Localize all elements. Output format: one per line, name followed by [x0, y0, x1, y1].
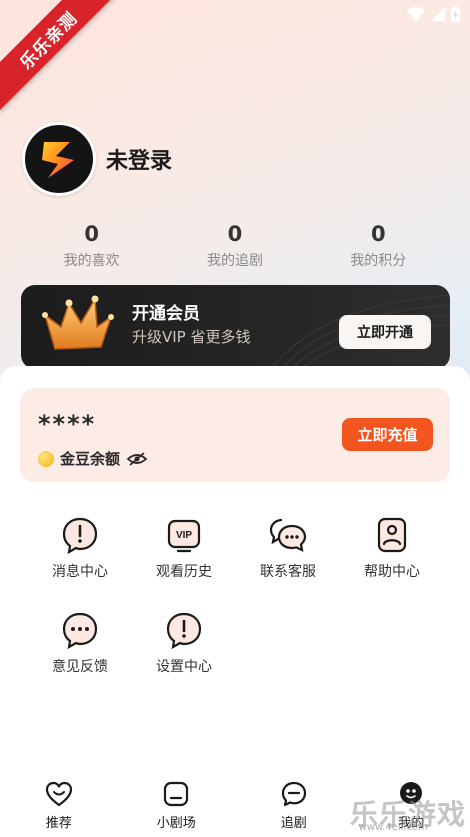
vip-title: 开通会员	[132, 304, 200, 324]
stat-following[interactable]: 0 我的追剧	[163, 222, 306, 270]
menu-item-history[interactable]: VIP 观看历史	[139, 515, 229, 581]
menu-item-feedback[interactable]: 意见反馈	[35, 610, 125, 676]
settings-alert-icon	[166, 612, 202, 650]
balance-label: 金豆余额	[60, 450, 121, 468]
stat-label: 我的追剧	[206, 253, 263, 269]
crown-icon	[42, 295, 114, 350]
menu-item-messages[interactable]: 消息中心	[35, 515, 125, 581]
svg-text:VIP: VIP	[176, 530, 192, 541]
menu-label: 观看历史	[156, 564, 212, 580]
menu-label: 帮助中心	[364, 564, 420, 580]
help-person-icon	[377, 517, 407, 553]
tab-label: 推荐	[45, 816, 72, 831]
gold-bean-icon	[38, 450, 54, 467]
tab-label: 追剧	[280, 816, 307, 831]
tab-theater[interactable]: 小剧场	[118, 772, 236, 837]
stat-likes[interactable]: 0 我的喜欢	[20, 222, 163, 270]
wifi-icon	[407, 7, 425, 21]
avatar[interactable]	[22, 122, 96, 196]
balance-amount: ****	[38, 410, 97, 438]
stat-label: 我的积分	[350, 253, 407, 269]
signal-icon	[431, 7, 445, 21]
menu-label: 消息中心	[52, 564, 108, 580]
stat-value: 0	[227, 222, 243, 246]
menu-label: 联系客服	[260, 564, 316, 580]
chat-bubbles-icon	[269, 518, 307, 552]
feedback-dots-icon	[62, 612, 98, 650]
heart-icon	[45, 781, 72, 807]
message-alert-icon	[62, 517, 98, 555]
vip-banner[interactable]: 开通会员 升级VIP 省更多钱 立即开通	[21, 285, 450, 369]
stats-row: 0 我的喜欢 0 我的追剧 0 我的积分	[20, 222, 450, 270]
stat-points[interactable]: 0 我的积分	[307, 222, 450, 270]
balance-label-row: 金豆余额	[38, 448, 148, 469]
menu-item-help[interactable]: 帮助中心	[347, 515, 437, 581]
tab-label: 小剧场	[156, 816, 196, 831]
vip-subtitle: 升级VIP 省更多钱	[132, 328, 251, 346]
vip-history-icon: VIP	[167, 519, 201, 553]
open-vip-button[interactable]: 立即开通	[339, 315, 431, 349]
stat-value: 0	[84, 222, 99, 246]
tab-follow[interactable]: 追剧	[235, 772, 353, 837]
battery-icon	[451, 6, 460, 22]
stat-value: 0	[371, 222, 386, 246]
wallet-card: **** 金豆余额 立即充值	[20, 388, 450, 482]
eye-off-icon[interactable]	[126, 451, 148, 467]
menu-item-settings[interactable]: 设置中心	[139, 610, 229, 676]
follow-icon	[281, 781, 306, 807]
username[interactable]: 未登录	[106, 143, 172, 175]
menu-item-support[interactable]: 联系客服	[243, 515, 333, 581]
theater-icon	[164, 781, 189, 807]
recharge-button[interactable]: 立即充值	[342, 418, 433, 451]
stat-label: 我的喜欢	[63, 253, 120, 269]
menu-label: 意见反馈	[52, 659, 108, 675]
profile-header[interactable]: 未登录	[22, 122, 172, 196]
app-logo-icon	[42, 142, 74, 178]
menu-label: 设置中心	[156, 659, 212, 675]
tab-recommend[interactable]: 推荐	[0, 772, 118, 837]
watermark-url: www.4eii.com	[358, 822, 428, 833]
status-bar	[407, 6, 460, 22]
